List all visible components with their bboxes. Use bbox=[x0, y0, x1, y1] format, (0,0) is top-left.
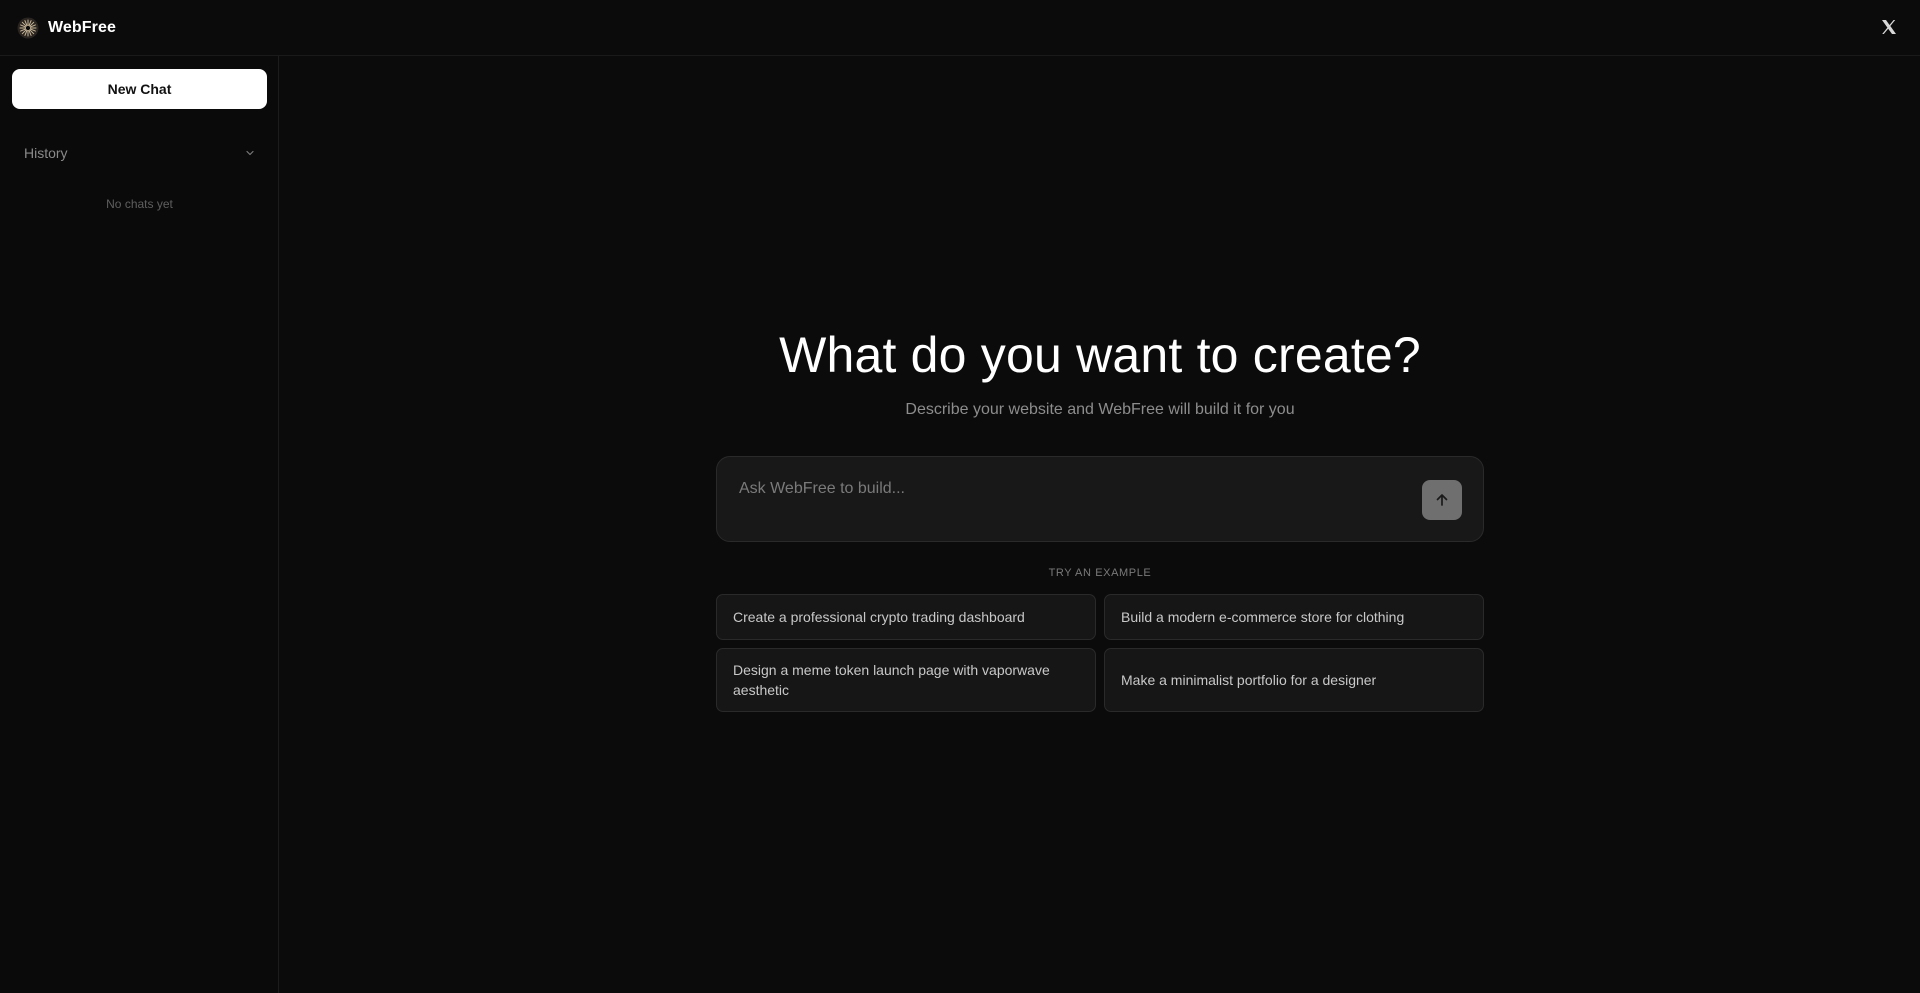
example-card[interactable]: Build a modern e-commerce store for clot… bbox=[1104, 594, 1484, 640]
send-button[interactable] bbox=[1422, 480, 1462, 520]
history-label: History bbox=[24, 145, 68, 161]
brand[interactable]: WebFree bbox=[17, 16, 116, 40]
prompt-input[interactable] bbox=[739, 477, 1399, 501]
examples-label: TRY AN EXAMPLE bbox=[1048, 567, 1152, 579]
app-name: WebFree bbox=[48, 19, 116, 36]
main-content: What do you want to create? Describe you… bbox=[280, 56, 1920, 993]
example-card[interactable]: Create a professional crypto trading das… bbox=[716, 594, 1096, 640]
x-social-link[interactable] bbox=[1880, 18, 1898, 36]
x-logo-icon bbox=[1882, 20, 1896, 34]
history-toggle[interactable]: History bbox=[12, 139, 267, 167]
starburst-logo-icon bbox=[17, 17, 39, 39]
empty-history-text: No chats yet bbox=[106, 197, 173, 211]
arrow-up-icon bbox=[1436, 494, 1448, 506]
page-title: What do you want to create? bbox=[779, 327, 1421, 383]
prompt-box bbox=[716, 456, 1484, 542]
chevron-down-icon bbox=[246, 150, 254, 156]
top-bar: WebFree bbox=[0, 0, 1920, 56]
sidebar: New Chat History No chats yet bbox=[0, 56, 279, 993]
new-chat-button[interactable]: New Chat bbox=[12, 69, 267, 109]
page-subtitle: Describe your website and WebFree will b… bbox=[905, 401, 1295, 418]
example-card[interactable]: Make a minimalist portfolio for a design… bbox=[1104, 648, 1484, 712]
example-card[interactable]: Design a meme token launch page with vap… bbox=[716, 648, 1096, 712]
